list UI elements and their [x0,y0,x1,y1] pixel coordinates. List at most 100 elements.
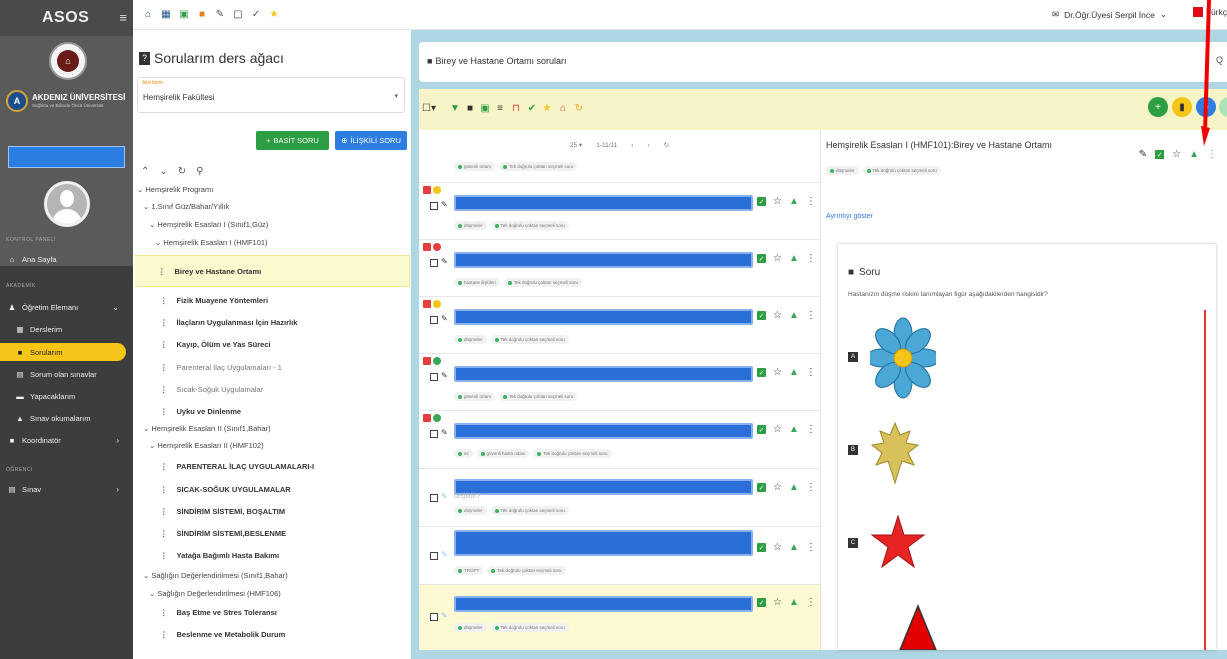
tree-node-selected[interactable]: ⋮ Birey ve Hastane Ortamı [135,255,410,287]
related-question-button[interactable]: ⊕ İLİŞKİLİ SORU [335,131,407,150]
tree-node[interactable]: ⌄ Hemşirelik Esasları I (HMF101) [155,238,268,247]
sidebar-item-instructor[interactable]: ♟ Öğretim Elemanı ⌄ [0,298,133,316]
expand-all-icon[interactable]: ⌄ [159,166,167,177]
list-item[interactable]: ✎ ✓ ☆ ▲ ⋮ düşmeler Tek doğrulu çoktan seçmel… [419,296,820,353]
tree-leaf[interactable]: ⋮ Beslenme ve Metabolik Durum [160,630,285,639]
approve-icon[interactable]: ✓ [1155,150,1165,159]
thumbs-up-icon[interactable]: ▲ [789,424,799,435]
thumbs-up-icon[interactable]: ▲ [789,310,799,321]
book-icon[interactable]: ■ [464,103,476,114]
check-icon[interactable]: ✓ [249,9,263,20]
calendar-icon[interactable]: ▢ [231,9,245,20]
sidebar-item-exam[interactable]: ▤ Sınav › [0,480,133,498]
row-checkbox[interactable] [430,613,438,621]
edit-icon[interactable]: ✎ [441,428,448,437]
copy-icon[interactable]: ▣ [479,103,491,114]
tree-leaf[interactable]: ⋮ Baş Etme ve Stres Toleransı [160,608,277,617]
edit-icon[interactable]: ✎ [441,611,448,620]
star-icon[interactable]: ☆ [773,542,782,553]
prev-page-icon[interactable]: ‹ [631,142,633,149]
sidebar-item-todos[interactable]: ▬ Yapacaklarım [0,387,133,405]
thumbs-up-icon[interactable]: ▲ [789,253,799,264]
tree-leaf[interactable]: ⋮ SİNDİRİM SİSTEMİ, BOŞALTIM [160,507,285,516]
row-checkbox[interactable] [430,259,438,267]
tree-leaf[interactable]: ⋮ Sıcak-Soğuk Uygulamalar [160,385,263,394]
sidebar-item-courses[interactable]: ▦ Derslerim [0,320,133,338]
clipboard-button[interactable]: ▮ [1172,97,1192,117]
tree-leaf[interactable]: ⋮ Uyku ve Dinlenme [160,407,241,416]
approve-icon[interactable]: ✓ [757,311,766,320]
tree-leaf[interactable]: ⋮ Parenteral İlaç Uygulamaları - 1 [160,363,282,372]
more-icon[interactable]: ⋮ [806,482,816,493]
row-checkbox[interactable] [430,552,438,560]
tree-leaf[interactable]: ⋮ SİNDİRİM SİSTEMİ,BESLENME [160,529,286,538]
star-icon[interactable]: ☆ [773,310,782,321]
list-item[interactable]: ✎ ✓ ☆ ▲ ⋮ hastane ilişkileri Tek doğrulu çok… [419,239,820,296]
menu-toggle-icon[interactable]: ≡ [119,10,127,25]
refresh-icon[interactable]: ↻ [573,103,585,114]
tree-node[interactable]: ⌄ Sağlığın Değerlendirilmesi (Sınıf1,Bah… [143,571,288,580]
more-icon[interactable]: ⋮ [806,597,816,608]
tree-node[interactable]: ⌄ Hemşirelik Esasları II (Sınıf1,Bahar) [143,424,271,433]
timer-button[interactable] [1219,97,1227,117]
show-details-link[interactable]: Ayrıntıyı göster [826,213,873,220]
collapse-all-icon[interactable]: ⌃ [141,166,149,177]
avatar[interactable] [44,181,90,227]
star-icon[interactable]: ☆ [773,367,782,378]
check-box-icon[interactable]: ✔ [526,103,538,114]
approve-icon[interactable]: ✓ [757,598,766,607]
tree-node[interactable]: ⌄ 1.Sınıf Güz/Bahar/Yıllık [143,202,229,211]
app-logo[interactable]: ASOS [42,9,89,27]
list-item[interactable]: ✎ ✓ ☆ ▲ ⋮ ss güvenli hasta odası Tek doğrulu … [419,410,820,468]
star-icon[interactable]: ☆ [1172,149,1181,160]
lock-icon[interactable]: ⊓ [510,103,522,114]
add-question-button[interactable]: + [1148,97,1168,117]
refresh-icon[interactable]: ↻ [178,166,186,177]
select-all-checkbox[interactable]: ☐▾ [422,103,436,114]
approve-icon[interactable]: ✓ [757,254,766,263]
row-checkbox[interactable] [430,494,438,502]
list-icon[interactable]: ≡ [494,103,506,114]
more-icon[interactable]: ⋮ [806,424,816,435]
sidebar-item-questions[interactable]: ■ Sorularım [0,343,126,361]
bank-icon[interactable]: ⌂ [557,103,569,114]
row-checkbox[interactable] [430,373,438,381]
thumbs-up-icon[interactable]: ▲ [789,542,799,553]
book-icon[interactable]: ■ [195,9,209,20]
tree-leaf[interactable]: ⋮ SICAK-SOĞUK UYGULAMALAR [160,485,291,494]
sidebar-item-coordinator[interactable]: ■ Koordinatör › [0,431,133,449]
sidebar-item-exam-readings[interactable]: ▲ Sınav okumalarım [0,409,133,427]
approve-icon[interactable]: ✓ [757,543,766,552]
edit-icon[interactable]: ✎ [1139,149,1147,160]
edit-icon[interactable]: ✎ [441,200,448,209]
tree-leaf[interactable]: ⋮ Kayıp, Ölüm ve Yas Süreci [160,340,271,349]
home-icon[interactable]: ⌂ [141,9,155,20]
list-item[interactable]: ✎ ✓ ☆ ▲ ⋮ düşmeler Tek doğrulu çoktan seçmel… [419,182,820,239]
more-icon[interactable]: ⋮ [806,253,816,264]
tree-leaf[interactable]: ⋮ PARENTERAL İLAÇ UYGULAMALARI-I [160,462,314,471]
thumbs-up-icon[interactable]: ▲ [789,482,799,493]
thumbs-up-icon[interactable]: ▲ [1189,149,1199,160]
tree-leaf[interactable]: ⋮ Yatağa Bağımlı Hasta Bakımı [160,551,279,560]
edit-icon[interactable]: ✎ [441,257,448,266]
search-icon[interactable]: Q [1216,55,1223,65]
row-checkbox[interactable] [430,202,438,210]
approve-icon[interactable]: ✓ [757,483,766,492]
unit-select[interactable]: Akd birim Hemşirelik Fakültesi ▾ [137,77,405,113]
more-icon[interactable]: ⋮ [806,196,816,207]
tree-leaf[interactable]: ⋮ İlaçların Uygulanması İçin Hazırlık [160,318,297,327]
more-icon[interactable]: ⋮ [806,310,816,321]
pencil-icon[interactable]: ✎ [213,9,227,20]
more-icon[interactable]: ⋮ [1207,149,1217,160]
edit-icon[interactable]: ✎ [441,550,448,559]
thumbs-up-icon[interactable]: ▲ [789,367,799,378]
thumbs-up-icon[interactable]: ▲ [789,597,799,608]
more-icon[interactable]: ⋮ [806,367,816,378]
approve-icon[interactable]: ✓ [757,368,766,377]
checklist-icon[interactable]: ▣ [177,9,191,20]
filter-icon[interactable]: ▼ [449,103,461,114]
sidebar-item-exams-with-questions[interactable]: ▤ Sorum olan sınavlar [0,365,133,383]
tree-node[interactable]: ⌄ Hemşirelik Programı [137,185,213,194]
simple-question-button[interactable]: + BASİT SORU [256,131,329,150]
list-item[interactable]: ✎ ✓ ☆ ▲ ⋮ TROPT Tek doğrulu çoktan seçmeli s… [419,526,820,584]
